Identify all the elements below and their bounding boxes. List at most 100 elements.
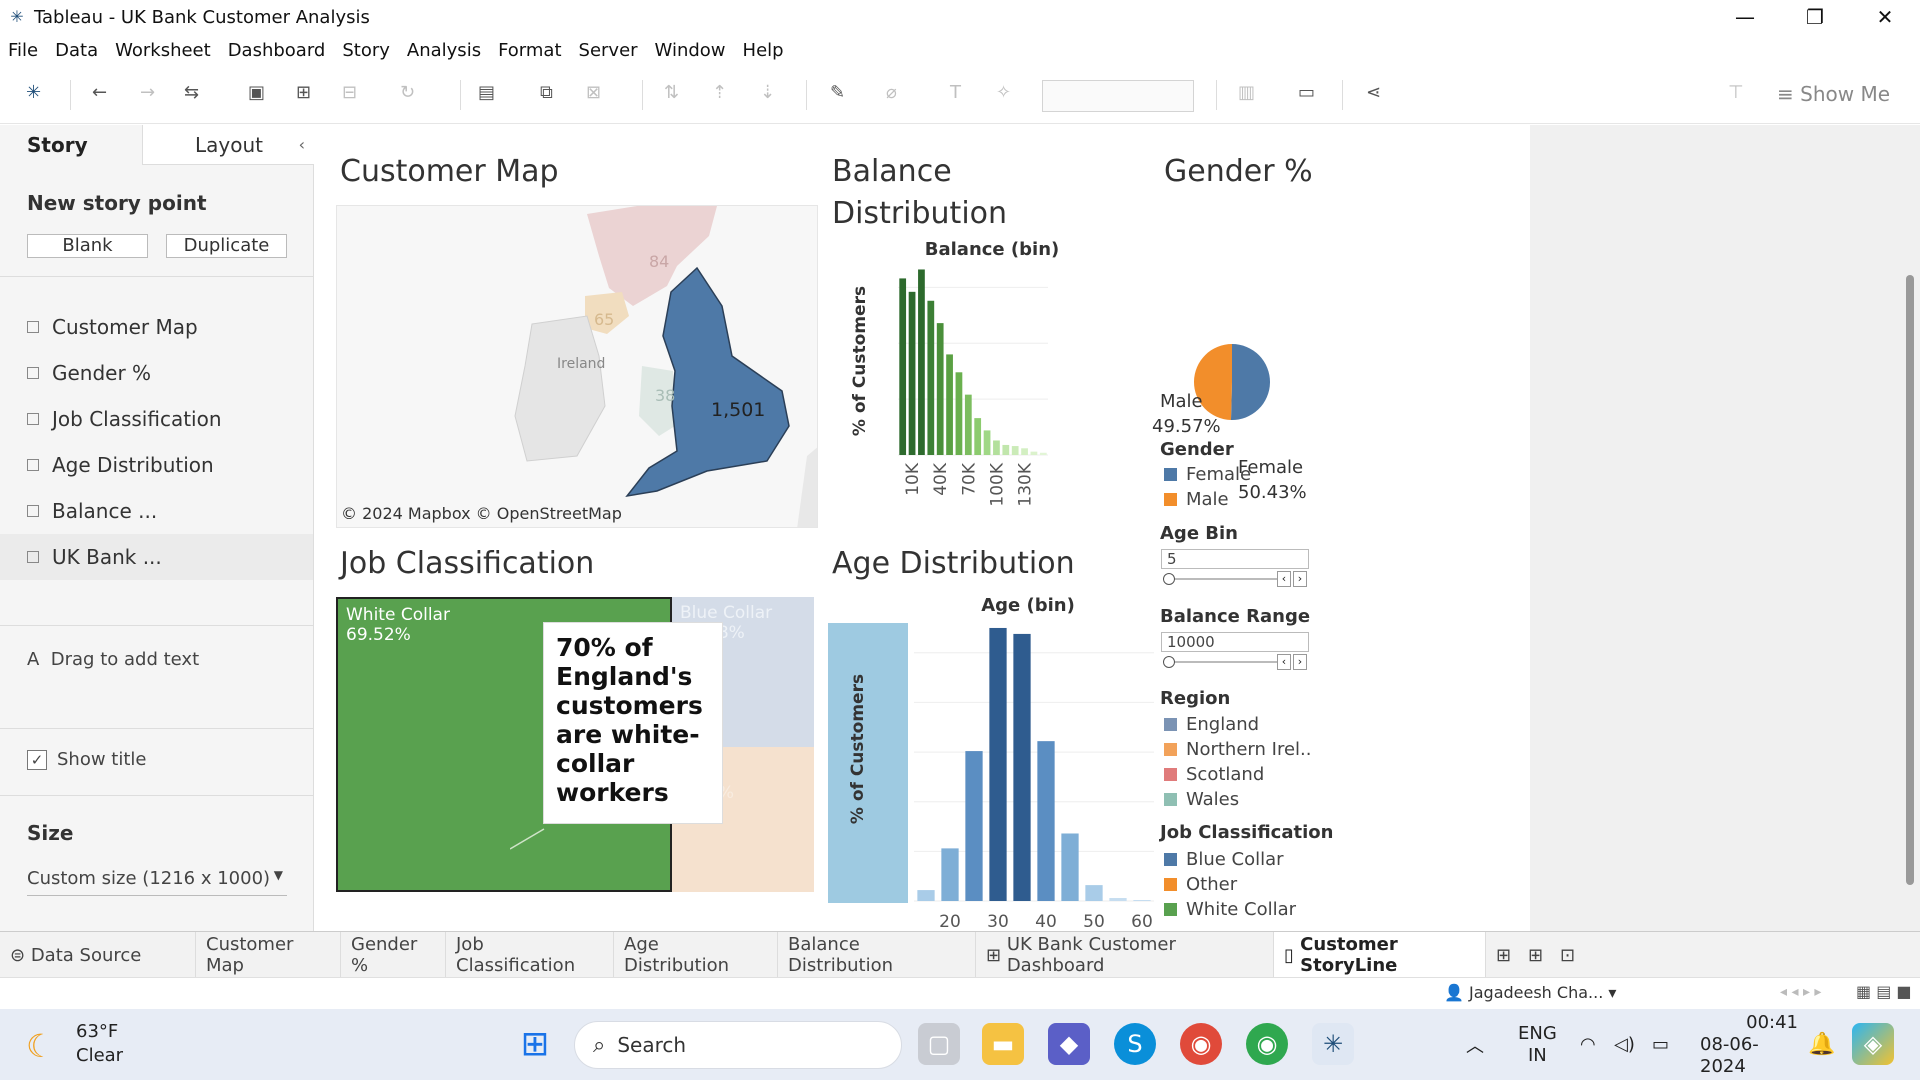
sheet-item-age-distribution[interactable]: Age Distribution: [0, 442, 313, 488]
drag-to-add-text[interactable]: A Drag to add text: [27, 649, 199, 670]
show-mark-labels-icon[interactable]: T: [950, 82, 961, 103]
minimize-button[interactable]: —: [1710, 0, 1780, 34]
pause-updates-icon[interactable]: ⊟: [342, 82, 357, 103]
notification-bell-icon[interactable]: 🔔: [1808, 1009, 1835, 1080]
maximize-button[interactable]: ❐: [1780, 0, 1850, 34]
slider-handle[interactable]: [1163, 573, 1175, 585]
legend-scotland[interactable]: Scotland: [1164, 764, 1264, 785]
balance-range-slider[interactable]: ‹ ›: [1163, 654, 1311, 670]
copilot-app-icon[interactable]: ◆: [1048, 1023, 1090, 1065]
tab-balance-distribution[interactable]: Balance Distribution: [778, 932, 976, 978]
legend-wales[interactable]: Wales: [1164, 789, 1239, 810]
clear-sheet-icon[interactable]: ⊠: [586, 82, 601, 103]
tab-job-classification[interactable]: Job Classification: [446, 932, 614, 978]
age-bin-input[interactable]: 5: [1161, 549, 1309, 569]
volume-icon[interactable]: ◁): [1614, 1009, 1635, 1080]
legend-other[interactable]: Other: [1164, 874, 1237, 895]
swap-rows-columns-icon[interactable]: ⇅: [664, 82, 679, 103]
legend-england[interactable]: England: [1164, 714, 1259, 735]
duplicate-button[interactable]: Duplicate: [166, 234, 287, 258]
skype-icon[interactable]: S: [1114, 1023, 1156, 1065]
view-mode-icons[interactable]: ▦ ▤ ■: [1856, 982, 1912, 1001]
format-painter-icon[interactable]: ⊤: [1728, 82, 1744, 103]
user-menu[interactable]: 👤 Jagadeesh Cha... ▾: [1444, 983, 1616, 1002]
refresh-icon[interactable]: ↻: [400, 82, 415, 103]
menu-window[interactable]: Window: [655, 40, 726, 61]
menu-analysis[interactable]: Analysis: [407, 40, 481, 61]
legend-female[interactable]: Female: [1164, 464, 1251, 485]
tab-layout[interactable]: Layout: [142, 125, 314, 165]
menu-data[interactable]: Data: [55, 40, 98, 61]
show-cards-icon[interactable]: ▥: [1238, 82, 1255, 103]
menu-worksheet[interactable]: Worksheet: [115, 40, 211, 61]
duplicate-sheet-icon[interactable]: ⧉: [540, 82, 553, 103]
legend-male[interactable]: Male: [1164, 489, 1229, 510]
slider-prev-icon[interactable]: ‹: [1277, 654, 1291, 670]
new-worksheet-icon[interactable]: ▤: [478, 82, 495, 103]
redo-icon[interactable]: →: [140, 82, 155, 103]
new-story-tab-icon[interactable]: ⊡: [1550, 932, 1582, 978]
sheet-item-customer-map[interactable]: Customer Map: [0, 304, 313, 350]
save-icon[interactable]: ▣: [248, 82, 265, 103]
sheet-item-uk-bank-dashboard[interactable]: UK Bank ...: [0, 534, 313, 580]
blank-button[interactable]: Blank: [27, 234, 148, 258]
undo-icon[interactable]: ←: [92, 82, 107, 103]
tableau-logo-icon[interactable]: ✳: [26, 82, 41, 103]
legend-northern-ireland[interactable]: Northern Irel..: [1164, 739, 1311, 760]
file-explorer-icon[interactable]: ▬: [982, 1023, 1024, 1065]
share-icon[interactable]: ⋖: [1366, 82, 1381, 103]
weather-temp[interactable]: 63°F: [76, 1021, 118, 1042]
taskbar-search[interactable]: ⌕ Search: [574, 1021, 902, 1069]
chrome-profile-icon[interactable]: ◉: [1246, 1023, 1288, 1065]
legend-blue-collar[interactable]: Blue Collar: [1164, 849, 1284, 870]
menu-story[interactable]: Story: [342, 40, 390, 61]
show-me-button[interactable]: ≡ Show Me: [1777, 82, 1890, 106]
close-button[interactable]: ✕: [1850, 0, 1920, 34]
presentation-mode-icon[interactable]: ▭: [1298, 82, 1315, 103]
menu-file[interactable]: File: [8, 40, 38, 61]
vertical-scrollbar[interactable]: [1900, 125, 1920, 931]
tray-chevron-up-icon[interactable]: ︿: [1466, 1009, 1484, 1080]
tab-age-distribution[interactable]: Age Distribution: [614, 932, 778, 978]
moon-weather-icon[interactable]: ☾: [26, 1027, 55, 1065]
collapse-pane-icon[interactable]: ‹: [299, 135, 305, 154]
windows-start-icon[interactable]: ⊞: [514, 1023, 556, 1065]
battery-icon[interactable]: ▭: [1652, 1009, 1669, 1080]
group-members-icon[interactable]: ⌀: [886, 82, 897, 103]
new-worksheet-tab-icon[interactable]: ⊞: [1486, 932, 1518, 978]
age-bin-slider[interactable]: ‹ ›: [1163, 571, 1311, 587]
sort-descending-icon[interactable]: ⇣: [760, 82, 775, 103]
annotation-callout[interactable]: 70% of England's customers are white-col…: [544, 623, 722, 823]
menu-server[interactable]: Server: [579, 40, 638, 61]
tab-uk-bank-dashboard[interactable]: ⊞ UK Bank Customer Dashboard: [976, 932, 1274, 978]
wifi-icon[interactable]: ◠: [1580, 1009, 1596, 1080]
new-data-source-icon[interactable]: ⊞: [296, 82, 311, 103]
replace-data-source-icon[interactable]: ⇆: [184, 82, 199, 103]
sheet-item-gender[interactable]: Gender %: [0, 350, 313, 396]
tab-story[interactable]: Story: [0, 125, 142, 165]
language-indicator[interactable]: ENG IN: [1518, 1009, 1557, 1080]
tableau-taskbar-icon[interactable]: ✳: [1312, 1023, 1354, 1065]
weather-desc[interactable]: Clear: [76, 1045, 123, 1066]
copilot-icon[interactable]: ◈: [1852, 1023, 1894, 1065]
fix-axes-icon[interactable]: ✧: [996, 82, 1011, 103]
sort-ascending-icon[interactable]: ⇡: [712, 82, 727, 103]
show-title-checkbox[interactable]: ✓ Show title: [27, 749, 146, 770]
chrome-icon[interactable]: ◉: [1180, 1023, 1222, 1065]
sheet-nav-arrows-icon[interactable]: ◂ ◂ ▸ ▸: [1780, 984, 1821, 1000]
slider-next-icon[interactable]: ›: [1293, 571, 1307, 587]
tab-gender[interactable]: Gender %: [341, 932, 446, 978]
tab-data-source[interactable]: ⊜ Data Source: [0, 932, 196, 978]
scrollbar-thumb[interactable]: [1906, 275, 1914, 885]
balance-range-input[interactable]: 10000: [1161, 632, 1309, 652]
menu-format[interactable]: Format: [498, 40, 561, 61]
clock[interactable]: 00:41 08-06-2024: [1700, 1009, 1798, 1080]
new-dashboard-tab-icon[interactable]: ⊞: [1518, 932, 1550, 978]
slider-next-icon[interactable]: ›: [1293, 654, 1307, 670]
task-view-icon[interactable]: ▢: [918, 1023, 960, 1065]
menu-dashboard[interactable]: Dashboard: [228, 40, 326, 61]
sheet-item-balance[interactable]: Balance ...: [0, 488, 313, 534]
customer-map[interactable]: 84 65 Ireland 38 1,501 © 2024 Mapbox © O…: [336, 205, 818, 528]
highlight-icon[interactable]: ✎: [830, 82, 845, 103]
slider-handle[interactable]: [1163, 656, 1175, 668]
